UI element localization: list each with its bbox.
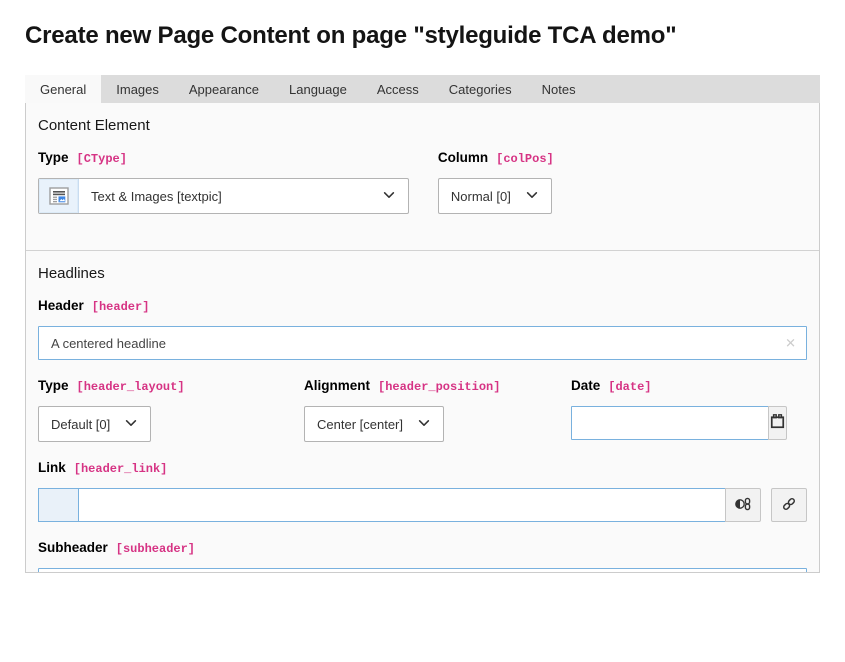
link-explanation-toggle-button[interactable] [725,488,761,522]
page-title: Create new Page Content on page "stylegu… [25,22,820,50]
link-browser-icon [780,496,798,515]
section-headlines: Headlines Header [header] ✕ Type [header… [26,250,819,573]
ctype-select-value: Text & Images [textpic] [91,189,222,204]
header-layout-select[interactable]: Default [0] [38,406,151,442]
ctype-select[interactable]: Text & Images [textpic] [38,178,409,214]
textpic-content-icon [39,179,79,213]
link-explanation-toggle-icon [734,496,752,515]
form-tab-bar: General Images Appearance Language Acces… [25,75,820,103]
field-label: Date [571,378,600,393]
datepicker-button[interactable] [768,406,787,440]
chevron-down-icon [417,416,431,433]
tab-categories[interactable]: Categories [434,75,527,103]
header-position-select-value: Center [center] [317,417,403,432]
field-header-link: Link [header_link] [38,460,807,522]
record-form: General Images Appearance Language Acces… [25,75,820,573]
field-label: Link [38,460,66,475]
chevron-down-icon [124,416,138,433]
section-heading: Headlines [38,265,807,282]
calendar-icon [769,413,786,433]
link-icon-slot [38,488,78,522]
field-date: Date [date] [571,378,807,442]
date-input[interactable] [571,406,769,440]
field-header: Header [header] ✕ [38,298,807,360]
field-code: [header_position] [378,380,500,394]
field-code: [CType] [77,152,127,166]
field-label: Column [438,150,488,165]
link-browser-button[interactable] [771,488,807,522]
colpos-select-value: Normal [0] [451,189,511,204]
tab-images[interactable]: Images [101,75,174,103]
tab-notes[interactable]: Notes [527,75,591,103]
section-heading: Content Element [38,117,807,134]
field-colpos: Column [colPos] Normal [0] [438,150,807,232]
field-label: Type [38,378,69,393]
tab-general[interactable]: General [25,75,101,103]
tab-appearance[interactable]: Appearance [174,75,274,103]
clear-icon[interactable]: ✕ [785,337,796,350]
headline-options-row: Type [header_layout] Default [0] Alignme… [38,378,807,442]
field-code: [colPos] [496,152,554,166]
field-label: Alignment [304,378,370,393]
field-label: Type [38,150,69,165]
field-code: [header] [92,300,150,314]
field-code: [header_layout] [77,380,185,394]
header-input[interactable] [38,326,807,360]
field-code: [date] [608,380,651,394]
chevron-down-icon [525,188,539,205]
field-ctype: Type [CType] [38,150,438,214]
header-layout-select-value: Default [0] [51,417,110,432]
field-code: [subheader] [116,542,195,556]
field-header-layout: Type [header_layout] Default [0] [38,378,304,442]
header-link-input[interactable] [78,488,726,522]
tab-language[interactable]: Language [274,75,362,103]
field-header-position: Alignment [header_position] Center [cent… [304,378,571,442]
field-label: Subheader [38,540,108,555]
subheader-input[interactable] [38,568,807,573]
colpos-select[interactable]: Normal [0] [438,178,552,214]
field-label: Header [38,298,84,313]
field-code: [header_link] [74,462,168,476]
tab-panel-general: Content Element Type [CType] [25,103,820,573]
field-subheader: Subheader [subheader] ✕ [38,540,807,573]
section-content-element: Content Element Type [CType] [26,103,819,250]
tab-access[interactable]: Access [362,75,434,103]
chevron-down-icon [382,188,396,205]
header-position-select[interactable]: Center [center] [304,406,444,442]
